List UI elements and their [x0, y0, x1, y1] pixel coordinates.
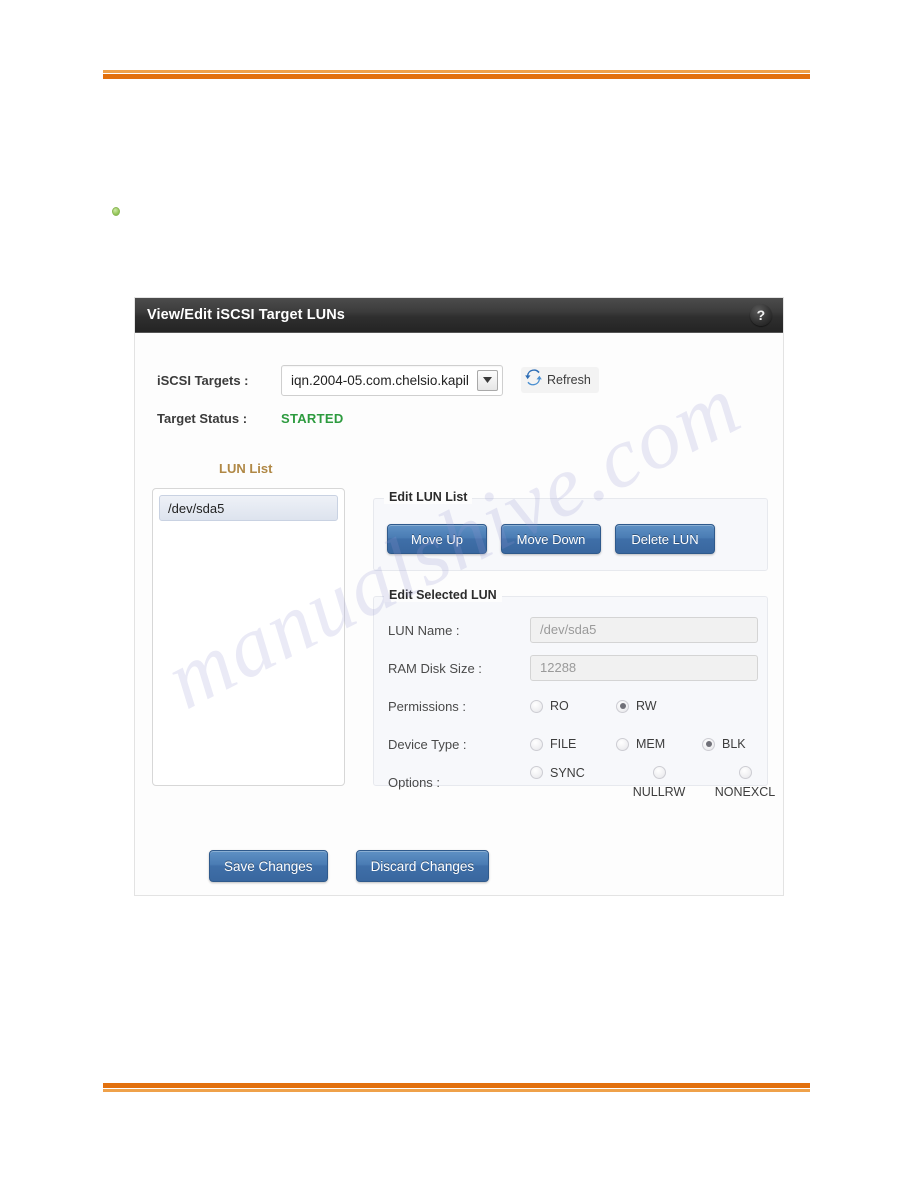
- edit-selected-lun-form: LUN Name : /dev/sda5 RAM Disk Size : 122…: [374, 611, 775, 801]
- options-label: Options :: [388, 774, 441, 790]
- permissions-radio-group: RO RW: [530, 699, 767, 713]
- radio-icon-file[interactable]: [530, 737, 543, 751]
- move-down-button[interactable]: Move Down: [501, 524, 601, 554]
- green-bullet-icon: [112, 207, 120, 216]
- delete-lun-button[interactable]: Delete LUN: [615, 524, 715, 554]
- options-nonexcl-label: NONEXCL: [714, 784, 776, 799]
- panel-title-bar: View/Edit iSCSI Target LUNs ?: [135, 298, 783, 332]
- permissions-rw-label: RW: [636, 699, 657, 713]
- refresh-icon: [525, 369, 542, 391]
- device-type-blk-label: BLK: [722, 737, 746, 751]
- iscsi-targets-row: iSCSI Targets : iqn.2004-05.com.chelsio.…: [157, 364, 767, 396]
- options-option-sync[interactable]: SYNC: [530, 766, 616, 780]
- iscsi-target-luns-panel: View/Edit iSCSI Target LUNs ? iSCSI Targ…: [134, 297, 784, 896]
- device-type-label: Device Type :: [388, 736, 467, 752]
- permissions-ro-label: RO: [550, 699, 569, 713]
- device-type-option-file[interactable]: FILE: [530, 737, 616, 751]
- edit-lun-list-buttons: Move Up Move Down Delete LUN: [387, 524, 715, 554]
- device-type-option-mem[interactable]: MEM: [616, 737, 702, 751]
- edit-selected-lun-legend: Edit Selected LUN: [384, 588, 502, 602]
- iscsi-targets-select[interactable]: iqn.2004-05.com.chelsio.kapil: [281, 364, 503, 396]
- page-top-rule: [103, 70, 810, 79]
- target-status-label: Target Status :: [157, 410, 248, 426]
- radio-icon-nonexcl[interactable]: [738, 765, 752, 779]
- target-status-row: Target Status : STARTED: [157, 405, 767, 431]
- lun-list-box[interactable]: /dev/sda5: [152, 488, 345, 786]
- lun-name-input[interactable]: /dev/sda5: [530, 617, 758, 643]
- status-badge: STARTED: [281, 410, 344, 426]
- page-title: View/Edit iSCSI Target LUNs: [147, 307, 345, 323]
- ram-disk-size-row: RAM Disk Size : 12288: [374, 649, 767, 687]
- device-type-mem-label: MEM: [636, 737, 666, 751]
- options-option-nonexcl[interactable]: NONEXCL: [702, 765, 788, 799]
- radio-icon-nullrw[interactable]: [652, 765, 666, 779]
- iscsi-targets-label: iSCSI Targets :: [157, 372, 249, 388]
- refresh-label: Refresh: [547, 373, 591, 387]
- options-sync-label: SYNC: [550, 765, 585, 780]
- options-nullrw-label: NULLRW: [632, 784, 686, 799]
- radio-icon-blk[interactable]: [702, 737, 715, 751]
- radio-icon-ro[interactable]: [530, 699, 543, 713]
- options-radio-group: SYNC NULLRW NONEXCL: [530, 765, 788, 799]
- ram-disk-size-label: RAM Disk Size :: [388, 660, 482, 676]
- edit-selected-lun-fieldset: Edit Selected LUN LUN Name : /dev/sda5 R…: [373, 588, 775, 799]
- device-type-row: Device Type : FILE MEM BLK: [374, 725, 767, 763]
- top-rule-thick-line: [103, 74, 810, 79]
- discard-changes-button[interactable]: Discard Changes: [355, 850, 490, 882]
- bottom-rule-thin-line: [103, 1089, 810, 1092]
- device-type-file-label: FILE: [550, 737, 577, 751]
- radio-icon-sync[interactable]: [530, 766, 543, 779]
- lun-list-title: LUN List: [219, 461, 273, 476]
- page-bottom-rule: [103, 1083, 810, 1092]
- permissions-option-ro[interactable]: RO: [530, 699, 616, 713]
- chevron-down-icon[interactable]: [477, 369, 498, 391]
- edit-lun-list-legend: Edit LUN List: [384, 490, 473, 504]
- lun-name-row: LUN Name : /dev/sda5: [374, 611, 767, 649]
- radio-icon-mem[interactable]: [616, 737, 629, 751]
- save-changes-button[interactable]: Save Changes: [209, 850, 328, 882]
- list-item[interactable]: /dev/sda5: [159, 495, 338, 521]
- permissions-row: Permissions : RO RW: [374, 687, 767, 725]
- ram-disk-size-input[interactable]: 12288: [530, 655, 758, 681]
- options-row: Options : SYNC NULLRW NONEXCL: [374, 763, 775, 801]
- panel-body: iSCSI Targets : iqn.2004-05.com.chelsio.…: [135, 332, 783, 895]
- device-type-radio-group: FILE MEM BLK: [530, 737, 788, 751]
- device-type-option-blk[interactable]: BLK: [702, 737, 788, 751]
- permissions-label: Permissions :: [388, 698, 467, 714]
- refresh-button[interactable]: Refresh: [521, 367, 599, 393]
- radio-icon-rw[interactable]: [616, 699, 629, 713]
- permissions-option-rw[interactable]: RW: [616, 699, 702, 713]
- lun-name-label: LUN Name :: [388, 622, 460, 638]
- footer-buttons: Save Changes Discard Changes: [209, 850, 490, 882]
- iscsi-targets-selected-value: iqn.2004-05.com.chelsio.kapil: [291, 372, 469, 388]
- help-icon[interactable]: ?: [750, 304, 772, 326]
- edit-lun-list-fieldset: Edit LUN List Move Up Move Down Delete L…: [373, 490, 768, 571]
- move-up-button[interactable]: Move Up: [387, 524, 487, 554]
- options-option-nullrw[interactable]: NULLRW: [616, 765, 702, 799]
